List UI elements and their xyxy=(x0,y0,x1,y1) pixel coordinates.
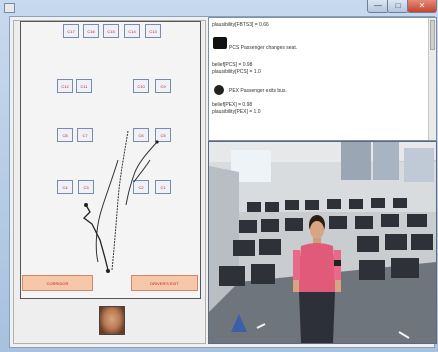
passenger-face-thumbnail xyxy=(99,306,125,335)
log-line: belief[PEX] = 0.98 xyxy=(212,102,253,108)
log-line: plausibility[PCS] = 1.0 xyxy=(212,69,261,75)
log-line: plausibility[FBTS3] = 0.66 xyxy=(212,22,269,28)
log-event: PCS Passenger changes seat. xyxy=(229,45,298,51)
seat-change-icon xyxy=(213,37,227,49)
log-scrollbar[interactable] xyxy=(428,18,436,140)
log-event: PEX Passenger exits bus. xyxy=(229,88,287,94)
camera-feed xyxy=(208,141,437,344)
log-line: belief[PCS] = 0.98 xyxy=(212,62,253,68)
application-window: — □ ✕ C17 C16 C15 C14 C13 C12 C11 C10 C9… xyxy=(0,0,438,352)
exit-icon xyxy=(214,85,224,95)
scrollbar-thumb[interactable] xyxy=(430,20,435,50)
log-line: plausibility[PEX] = 1.0 xyxy=(212,109,261,115)
event-log-panel: plausibility[FBTS3] = 0.66 PCS Passenger… xyxy=(208,17,437,141)
camera-scene xyxy=(209,142,436,343)
